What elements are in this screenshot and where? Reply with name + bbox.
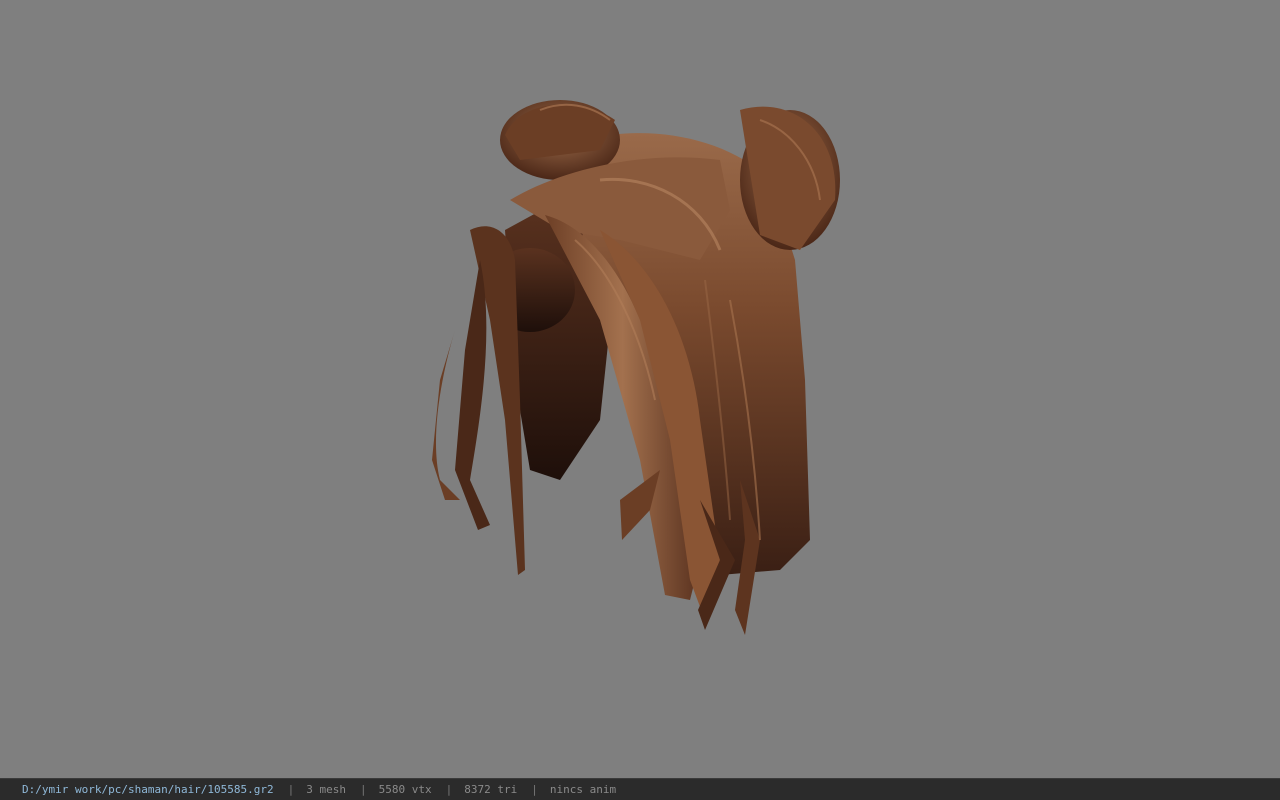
hair-model-render[interactable] (0, 0, 1280, 778)
file-path: D:/ymir work/pc/shaman/hair/105585.gr2 (22, 783, 274, 796)
status-bar: D:/ymir work/pc/shaman/hair/105585.gr2 |… (0, 778, 1280, 800)
mesh-count: 3 mesh (306, 783, 347, 796)
separator: | (531, 783, 538, 796)
3d-viewport[interactable] (0, 0, 1280, 778)
separator: | (445, 783, 453, 796)
animation-status: nincs anim (549, 783, 617, 796)
separator: | (360, 783, 367, 796)
separator: | (287, 783, 295, 796)
vertex-count: 5580 vtx (378, 783, 432, 796)
triangle-count: 8372 tri (464, 783, 518, 796)
